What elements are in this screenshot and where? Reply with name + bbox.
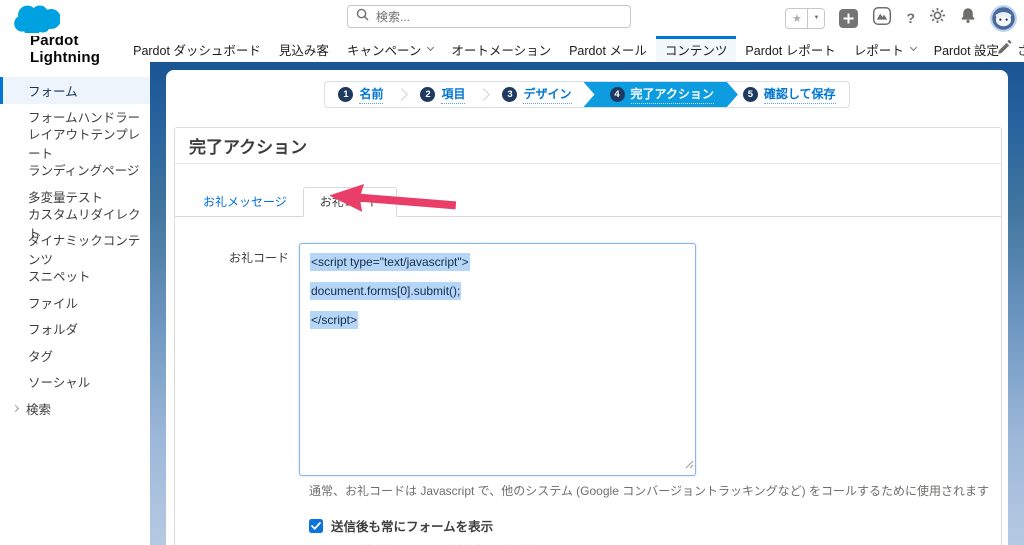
nav-tab-content[interactable]: コンテンツ xyxy=(655,36,737,62)
always-display-form-checkbox-row[interactable]: 送信後も常にフォームを表示 xyxy=(309,516,1001,535)
favorites-star-icon[interactable]: ★ xyxy=(785,7,809,29)
guidance-center-icon[interactable] xyxy=(872,6,892,31)
wizard-step-completion-actions[interactable]: 4 完了アクション xyxy=(584,82,738,107)
help-icon[interactable]: ? xyxy=(906,10,915,26)
app-name: Pardot Lightning xyxy=(30,32,101,66)
completion-actions-panel: 完了アクション お礼メッセージ お礼コード お礼コード <script type… xyxy=(174,127,1002,545)
nav-tab-pardot-reports[interactable]: Pardot レポート xyxy=(736,36,844,62)
nav-tab-pardot-email[interactable]: Pardot メール xyxy=(560,36,656,62)
nav-tab-prospects[interactable]: 見込み客 xyxy=(270,36,338,62)
nav-tab-campaigns[interactable]: キャンペーン xyxy=(338,36,442,62)
wizard-path: 1 名前 2 項目 3 デザイン 4 完了アクション 5 確認して保存 xyxy=(324,81,850,108)
sidebar-item-tags[interactable]: タグ xyxy=(0,342,150,369)
code-line: document.forms[0].submit(); xyxy=(310,282,462,300)
global-header: 検索... ★ ▼ ? xyxy=(0,0,1024,37)
code-line: <script type="text/javascript"> xyxy=(310,253,470,271)
nav-tab-pardot-settings[interactable]: Pardot 設定 xyxy=(925,36,1008,62)
page-title: 完了アクション xyxy=(175,128,1001,164)
content-sidebar: フォーム フォームハンドラー レイアウトテンプレート ランディングページ 多変量… xyxy=(0,62,150,545)
sidebar-item-dynamic-content[interactable]: ダイナミックコンテンツ xyxy=(0,234,150,267)
thank-you-code-textarea[interactable]: <script type="text/javascript"> document… xyxy=(299,243,696,476)
checkbox-checked-icon[interactable] xyxy=(309,518,323,533)
wizard-step-confirm-save[interactable]: 5 確認して保存 xyxy=(730,82,849,107)
sidebar-item-folders[interactable]: フォルダ xyxy=(0,316,150,343)
sidebar-item-forms[interactable]: フォーム xyxy=(0,77,150,104)
nav-tab-automations[interactable]: オートメーション xyxy=(442,36,560,62)
step-number: 2 xyxy=(420,87,436,102)
sidebar-item-social[interactable]: ソーシャル xyxy=(0,369,150,396)
salesforce-logo-icon xyxy=(14,2,61,37)
favorites-caret-icon[interactable]: ▼ xyxy=(808,7,826,29)
favorites-button[interactable]: ★ ▼ xyxy=(785,7,826,29)
setup-gear-icon[interactable] xyxy=(929,7,946,29)
step-label[interactable]: 確認して保存 xyxy=(763,85,836,104)
global-add-button[interactable] xyxy=(839,8,859,28)
chevron-down-icon xyxy=(427,43,435,52)
sidebar-item-landing-pages[interactable]: ランディングページ xyxy=(0,157,150,184)
sidebar-item-layout-templates[interactable]: レイアウトテンプレート xyxy=(0,128,150,161)
chevron-separator-icon xyxy=(477,88,491,101)
user-avatar[interactable] xyxy=(990,4,1017,32)
form-wizard-card: 1 名前 2 項目 3 デザイン 4 完了アクション 5 確認して保存 完了アク… xyxy=(166,70,1008,545)
wizard-step-design[interactable]: 3 デザイン xyxy=(489,82,584,107)
nav-tab-reports[interactable]: レポート xyxy=(845,36,925,62)
nav-tab-pardot-dashboard[interactable]: Pardot ダッシュボード xyxy=(124,36,270,62)
step-number: 4 xyxy=(610,87,625,102)
notifications-bell-icon[interactable] xyxy=(960,7,976,29)
code-field-label: お礼コード xyxy=(228,251,289,265)
tab-thank-you-code[interactable]: お礼コード xyxy=(302,187,397,217)
search-placeholder: 検索... xyxy=(376,10,411,24)
step-label[interactable]: 名前 xyxy=(359,85,384,104)
checkbox-label[interactable]: 送信後も常にフォームを表示 xyxy=(331,516,493,535)
global-search-input[interactable]: 検索... xyxy=(347,5,631,28)
chevron-down-icon xyxy=(909,43,917,52)
chevron-right-icon xyxy=(11,404,20,412)
step-number: 1 xyxy=(338,87,354,102)
edit-nav-pencil-icon[interactable] xyxy=(997,40,1012,60)
page-background: フォーム フォームハンドラー レイアウトテンプレート ランディングページ 多変量… xyxy=(0,62,1024,545)
step-number: 3 xyxy=(502,87,518,102)
sidebar-item-search[interactable]: 検索 xyxy=(0,395,150,422)
step-label[interactable]: 完了アクション xyxy=(631,85,714,104)
tab-thank-you-message[interactable]: お礼メッセージ xyxy=(187,188,303,216)
chevron-separator-icon xyxy=(395,88,409,101)
step-number: 5 xyxy=(742,87,758,102)
resize-grip-icon[interactable] xyxy=(685,456,694,474)
step-label[interactable]: デザイン xyxy=(523,85,572,104)
search-icon xyxy=(356,8,369,26)
code-line: </script> xyxy=(310,311,359,329)
code-help-text: 通常、お礼コードは Javascript で、他のシステム (Google コン… xyxy=(309,484,989,498)
wizard-step-fields[interactable]: 2 項目 xyxy=(407,82,478,107)
sidebar-item-files[interactable]: ファイル xyxy=(0,289,150,316)
step-label[interactable]: 項目 xyxy=(441,85,466,104)
thank-you-tabs: お礼メッセージ お礼コード xyxy=(175,187,1001,217)
wizard-step-name[interactable]: 1 名前 xyxy=(325,82,396,107)
app-navigation-bar: Pardot Lightning Pardot ダッシュボード 見込み客 キャン… xyxy=(0,32,1024,66)
